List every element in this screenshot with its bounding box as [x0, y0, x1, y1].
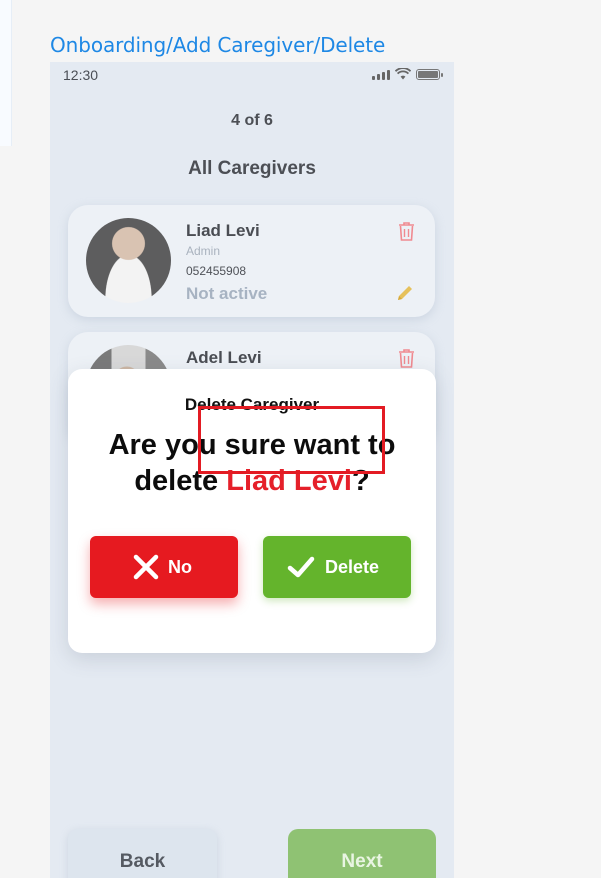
- wifi-icon: [395, 68, 411, 80]
- caregiver-name: Liad Levi: [186, 221, 260, 240]
- back-button-label: Back: [119, 851, 166, 872]
- step-indicator: 4 of 6: [231, 112, 273, 129]
- delete-button[interactable]: Delete: [263, 536, 411, 598]
- status-time: 12:30: [63, 67, 99, 83]
- avatar: [86, 218, 171, 303]
- status-bar: 12:30: [50, 62, 454, 88]
- battery-icon: [416, 68, 443, 80]
- side-panel: [0, 0, 12, 146]
- close-icon: [133, 554, 159, 580]
- status-icons: [372, 68, 443, 80]
- no-button[interactable]: No: [90, 536, 238, 598]
- section-title: All Caregivers: [188, 158, 316, 179]
- trash-icon[interactable]: [398, 348, 415, 368]
- signal-icon: [372, 69, 390, 80]
- delete-button-label: Delete: [325, 557, 380, 577]
- pencil-icon[interactable]: [395, 283, 415, 303]
- trash-icon[interactable]: [398, 221, 415, 241]
- caregiver-status: Not active: [186, 284, 268, 303]
- next-button[interactable]: Next: [288, 829, 436, 878]
- annotation-highlight-box: [198, 406, 385, 474]
- back-button[interactable]: Back: [68, 829, 217, 878]
- checkmark-icon: [287, 556, 315, 578]
- caregiver-name: Adel Levi: [186, 348, 262, 367]
- no-button-label: No: [168, 557, 192, 577]
- caregiver-role: Admin: [186, 244, 221, 258]
- frame-title: Onboarding/Add Caregiver/Delete: [50, 33, 386, 57]
- next-button-label: Next: [341, 851, 383, 872]
- caregiver-phone: 052455908: [186, 264, 247, 278]
- caregiver-card[interactable]: Liad Levi Admin 052455908 Not active: [68, 205, 435, 317]
